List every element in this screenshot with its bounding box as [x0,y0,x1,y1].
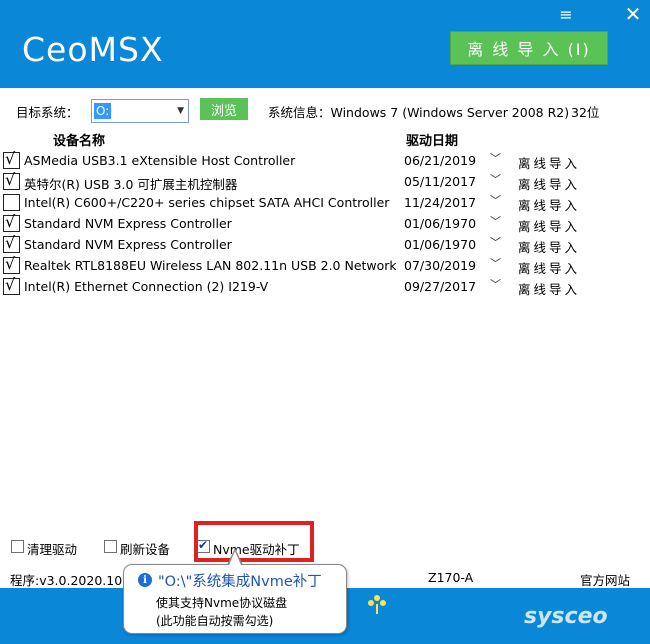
device-offline-import-link[interactable]: 离线导入 [518,195,580,214]
offline-import-all-button[interactable]: 离 线 导 入 (I) [450,31,608,65]
target-system-select[interactable]: O: ▼ [91,99,189,123]
device-date: 07/30/2019 [404,258,477,273]
clean-driver-checkbox[interactable] [11,540,24,553]
column-header-device-name: 设备名称 [53,134,106,149]
device-row: √ Standard NVM Express Controller 01/06/… [0,234,650,255]
menu-icon[interactable]: ≡ [553,4,579,24]
chevron-down-icon[interactable]: ﹀ [490,255,501,271]
device-row: √ Standard NVM Express Controller 01/06/… [0,213,650,234]
tooltip-title: "O:\"系统集成Nvme补丁 [158,574,322,590]
checkmark-icon: √ [5,254,16,273]
flower-logo-icon [368,595,386,614]
column-header-driver-date: 驱动日期 [406,134,459,149]
chevron-down-icon[interactable]: ﹀ [490,171,501,187]
chevron-down-icon[interactable]: ▼ [177,106,184,116]
device-name: Standard NVM Express Controller [24,237,232,252]
website-link[interactable]: 官方网站 [580,570,630,589]
target-system-value: O: [94,103,112,119]
device-checkbox[interactable]: √ [3,233,20,253]
device-checkbox[interactable]: √ [3,212,20,232]
device-date: 05/11/2017 [404,174,477,189]
system-bits: 32位 [571,105,600,120]
device-checkbox[interactable]: √ [3,170,20,190]
device-offline-import-link[interactable]: 离线导入 [518,279,580,298]
nvme-tooltip: i "O:\"系统集成Nvme补丁 使其支持Nvme协议磁盘 (此功能自动按需勾… [123,564,347,634]
title-bar: CeoMSX ≡ ✕ 离 线 导 入 (I) [0,0,650,88]
device-date: 11/24/2017 [404,195,477,210]
clean-driver-label: 清理驱动 [27,542,78,557]
device-name: Intel(R) Ethernet Connection (2) I219-V [24,279,269,294]
device-offline-import-link[interactable]: 离线导入 [518,216,580,235]
info-icon: i [138,573,152,587]
watermark-logo: sysceo [524,604,608,629]
close-icon[interactable]: ✕ [620,2,646,26]
device-row: √ ASMedia USB3.1 eXtensible Host Control… [0,150,650,171]
device-checkbox[interactable]: √ [3,275,20,295]
device-row: √ Intel(R) Ethernet Connection (2) I219-… [0,276,650,297]
system-info: 系统信息：Windows 7 (Windows Server 2008 R2) [268,105,570,120]
checkmark-icon: √ [5,212,16,231]
device-checkbox[interactable] [3,194,20,211]
tooltip-line-2: (此功能自动按需勾选) [156,614,274,628]
device-name: Realtek RTL8188EU Wireless LAN 802.11n U… [24,258,396,273]
device-checkbox[interactable]: √ [3,254,20,274]
app-logo: CeoMSX [22,30,164,69]
device-row: √ 英特尔(R) USB 3.0 可扩展主机控制器 05/11/2017 ﹀ 离… [0,171,650,192]
chevron-down-icon[interactable]: ﹀ [490,213,501,229]
checkmark-icon: √ [5,149,16,168]
checkmark-icon: √ [5,275,16,294]
refresh-devices-label: 刷新设备 [120,542,171,557]
device-date: 06/21/2019 [404,153,477,168]
browse-button[interactable]: 浏览 [200,98,248,120]
target-system-label: 目标系统： [16,105,79,120]
device-name: ASMedia USB3.1 eXtensible Host Controlle… [24,153,296,168]
device-offline-import-link[interactable]: 离线导入 [518,258,580,277]
chevron-down-icon[interactable]: ﹀ [490,150,501,166]
device-date: 01/06/1970 [404,216,477,231]
device-list: √ ASMedia USB3.1 eXtensible Host Control… [0,150,650,297]
tooltip-tail-inner [229,551,241,565]
checkmark-icon: √ [5,170,16,189]
chevron-down-icon[interactable]: ﹀ [490,276,501,292]
device-date: 09/27/2017 [404,279,477,294]
device-offline-import-link[interactable]: 离线导入 [518,153,580,172]
device-name: Intel(R) C600+/C220+ series chipset SATA… [24,195,390,210]
tooltip-line-1: 使其支持Nvme协议磁盘 [156,596,288,610]
device-offline-import-link[interactable]: 离线导入 [518,237,580,256]
device-offline-import-link[interactable]: 离线导入 [518,174,580,193]
chevron-down-icon[interactable]: ﹀ [490,234,501,250]
device-date: 01/06/1970 [404,237,477,252]
chevron-down-icon[interactable]: ﹀ [490,192,501,208]
checkmark-icon: √ [5,233,16,252]
device-name: Standard NVM Express Controller [24,216,232,231]
device-row: √ Realtek RTL8188EU Wireless LAN 802.11n… [0,255,650,276]
board-model: Z170-A [428,570,474,585]
device-checkbox[interactable]: √ [3,149,20,169]
highlight-box [194,521,314,562]
device-name: 英特尔(R) USB 3.0 可扩展主机控制器 [24,177,238,192]
device-row: Intel(R) C600+/C220+ series chipset SATA… [0,192,650,213]
version-text: 程序:v3.0.2020.1020 [10,573,139,588]
refresh-devices-checkbox[interactable] [104,540,117,553]
